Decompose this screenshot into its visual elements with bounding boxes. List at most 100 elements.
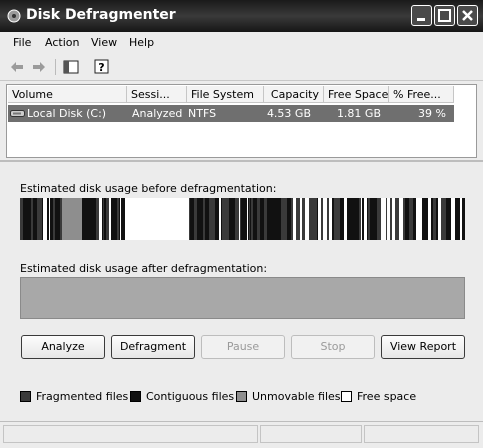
disk-defragmenter-app-icon xyxy=(7,9,21,23)
stop-button[interactable]: Stop xyxy=(291,335,375,359)
column-header-capacity[interactable]: Capacity xyxy=(264,86,324,103)
disk-map-stripe xyxy=(59,198,60,240)
disk-map-stripe xyxy=(338,198,339,240)
disk-map-stripe xyxy=(428,198,431,240)
disk-map-stripe xyxy=(38,198,39,240)
disk-map-stripe xyxy=(221,198,222,240)
disk-map-stripe xyxy=(234,198,235,240)
disk-map-stripe xyxy=(441,198,444,240)
hard-disk-icon xyxy=(10,110,25,117)
disk-map-stripe xyxy=(267,198,269,240)
disk-map-stripe xyxy=(332,198,334,240)
column-header-percent-free[interactable]: % Free... xyxy=(389,86,454,103)
disk-map-stripe xyxy=(415,198,416,240)
disk-map-stripe xyxy=(247,198,248,240)
volume-name: Local Disk (C:) xyxy=(27,107,107,120)
help-icon[interactable]: ? xyxy=(93,58,111,76)
disk-map-stripe xyxy=(53,198,55,240)
column-header-session[interactable]: Sessi... xyxy=(127,86,187,103)
disk-map-stripe xyxy=(361,198,362,240)
analyze-button[interactable]: Analyze xyxy=(21,335,105,359)
menu-view[interactable]: View xyxy=(91,36,117,49)
disk-map-stripe xyxy=(291,198,293,240)
disk-map-stripe xyxy=(253,198,257,240)
column-header-volume[interactable]: Volume xyxy=(8,86,127,103)
disk-map-stripe xyxy=(20,198,23,240)
disk-map-stripe xyxy=(383,198,386,240)
disk-map-stripe xyxy=(399,198,403,240)
disk-map-stripe xyxy=(329,198,332,240)
disk-map-stripe xyxy=(377,198,380,240)
table-row[interactable]: Local Disk (C:) Analyzed NTFS 4.53 GB 1.… xyxy=(8,105,454,122)
disk-map-stripe xyxy=(389,198,390,240)
disk-map-stripe xyxy=(273,198,274,240)
column-header-file-system[interactable]: File System xyxy=(187,86,264,103)
disk-map-stripe xyxy=(88,198,92,240)
view-report-button[interactable]: View Report xyxy=(381,335,465,359)
disk-map-stripe xyxy=(309,198,313,240)
disk-map-stripe xyxy=(23,198,24,240)
disk-map-stripe xyxy=(409,198,413,240)
menu-help[interactable]: Help xyxy=(129,36,154,49)
disk-map-stripe xyxy=(425,198,428,240)
forward-arrow-icon[interactable] xyxy=(30,58,48,76)
disk-map-stripe xyxy=(121,198,125,240)
disk-map-stripe xyxy=(438,198,441,240)
defragment-button[interactable]: Defragment xyxy=(111,335,195,359)
disk-map-stripe xyxy=(343,198,344,240)
disk-map-stripe xyxy=(455,198,459,240)
disk-map-stripe xyxy=(364,198,367,240)
close-button[interactable] xyxy=(457,5,478,26)
disk-map-stripe xyxy=(380,198,381,240)
disk-map-stripe xyxy=(374,198,377,240)
disk-map-stripe xyxy=(395,198,399,240)
disk-map-stripe xyxy=(313,198,317,240)
disk-map-stripe xyxy=(447,198,451,240)
disk-map-stripe xyxy=(60,198,62,240)
disk-map-stripe xyxy=(245,198,247,240)
back-arrow-icon[interactable] xyxy=(8,58,26,76)
disk-map-stripe xyxy=(300,198,302,240)
legend-swatch-free xyxy=(341,391,352,402)
pause-button[interactable]: Pause xyxy=(201,335,285,359)
disk-map-stripe xyxy=(281,198,285,240)
disk-map-stripe xyxy=(347,198,349,240)
disk-map-stripe xyxy=(50,198,53,240)
minimize-button[interactable] xyxy=(411,5,432,26)
disk-map-stripe xyxy=(390,198,392,240)
disk-map-stripe xyxy=(387,198,389,240)
window-title: Disk Defragmenter xyxy=(26,7,176,23)
disk-map-stripe xyxy=(99,198,102,240)
disk-map-stripe xyxy=(96,198,97,240)
disk-map-stripe xyxy=(373,198,374,240)
disk-map-stripe xyxy=(352,198,355,240)
disk-map-stripe xyxy=(367,198,368,240)
disk-map-stripe xyxy=(239,198,240,240)
disk-map-stripe xyxy=(125,198,178,240)
disk-map-stripe xyxy=(405,198,406,240)
before-defrag-label: Estimated disk usage before defragmentat… xyxy=(20,182,277,195)
disk-map-stripe xyxy=(24,198,27,240)
disk-map-stripe xyxy=(285,198,287,240)
title-bar[interactable]: Disk Defragmenter xyxy=(0,0,483,32)
disk-map-stripe xyxy=(197,198,201,240)
disk-map-stripe xyxy=(340,198,343,240)
maximize-button[interactable] xyxy=(434,5,455,26)
status-pane-1 xyxy=(3,425,258,443)
pane-splitter[interactable] xyxy=(0,160,483,162)
menu-action[interactable]: Action xyxy=(45,36,79,49)
disk-map-stripe xyxy=(233,198,234,240)
disk-map-stripe xyxy=(257,198,260,240)
after-defrag-disk-map xyxy=(20,277,465,319)
menu-file[interactable]: File xyxy=(13,36,31,49)
disk-map-stripe xyxy=(359,198,361,240)
minimize-icon xyxy=(417,18,425,21)
disk-map-stripe xyxy=(42,198,43,240)
disk-map-stripe xyxy=(241,198,243,240)
disk-map-stripe xyxy=(318,198,321,240)
column-header-free-space[interactable]: Free Space xyxy=(324,86,389,103)
disk-map-stripe xyxy=(321,198,323,240)
show-hide-console-tree-icon[interactable] xyxy=(62,58,80,76)
disk-map-stripe xyxy=(422,198,425,240)
disk-map-stripe xyxy=(249,198,250,240)
